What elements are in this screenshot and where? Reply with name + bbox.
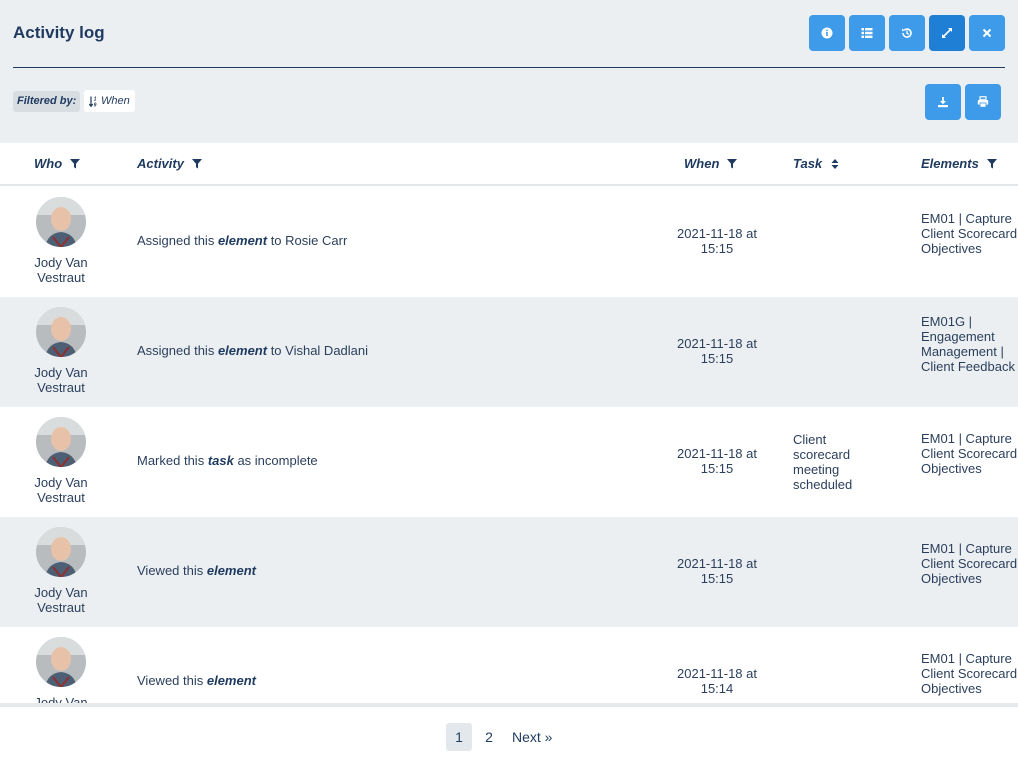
element-name: EM01 | Capture Client Scorecard Objectiv… xyxy=(921,431,1018,476)
activity-text: Assigned this element to Vishal Dadlani xyxy=(137,343,369,358)
who-name: Jody Van Vestraut xyxy=(34,475,88,505)
filter-icon[interactable] xyxy=(727,158,738,169)
column-label-when: When xyxy=(684,156,720,171)
activity-text: Viewed this element xyxy=(137,563,256,578)
filter-icon[interactable] xyxy=(986,158,997,169)
element-name: EM01 | Capture Client Scorecard Objectiv… xyxy=(921,651,1018,696)
page-title: Activity log xyxy=(13,23,105,42)
list-icon xyxy=(861,28,873,38)
column-label-activity: Activity xyxy=(137,156,184,171)
table-header: Who Activity When Task Elements xyxy=(0,143,1018,186)
avatar[interactable] xyxy=(36,307,86,357)
page-button-1[interactable]: 1 xyxy=(446,723,472,751)
sort-icon[interactable] xyxy=(830,158,840,169)
filter-icon[interactable] xyxy=(191,158,202,169)
close-icon xyxy=(982,28,992,38)
element-name: EM01 | Capture Client Scorecard Objectiv… xyxy=(921,541,1018,586)
history-icon xyxy=(902,28,912,38)
next-page-button[interactable]: Next » xyxy=(506,723,558,751)
page-button-2[interactable]: 2 xyxy=(476,723,502,751)
who-name: Jody Van Vestraut xyxy=(34,585,88,615)
info-button[interactable] xyxy=(809,15,845,51)
expand-button[interactable] xyxy=(929,15,965,51)
download-button[interactable] xyxy=(925,84,961,120)
column-header-who[interactable]: Who xyxy=(34,156,81,171)
when-timestamp: 2021-11-18 at 15:15 xyxy=(677,556,757,586)
table-row: Jody Van Vestraut Marked this task as in… xyxy=(0,407,1018,517)
column-header-activity[interactable]: Activity xyxy=(137,156,202,171)
who-name: Jody Van Vestraut xyxy=(34,695,88,703)
column-header-task[interactable]: Task xyxy=(793,156,840,171)
column-label-who: Who xyxy=(34,156,63,171)
column-header-elements[interactable]: Elements xyxy=(921,156,997,171)
activity-text: Assigned this element to Rosie Carr xyxy=(137,233,348,248)
print-button[interactable] xyxy=(965,84,1001,120)
info-icon xyxy=(821,27,833,39)
table-bottom-edge xyxy=(0,703,1018,707)
avatar[interactable] xyxy=(36,527,86,577)
expand-icon xyxy=(942,28,952,38)
avatar[interactable] xyxy=(36,637,86,687)
filter-chip-label: When xyxy=(101,95,130,107)
print-icon xyxy=(977,96,989,108)
when-timestamp: 2021-11-18 at 15:15 xyxy=(677,446,757,476)
filter-label: Filtered by: xyxy=(13,91,81,112)
activity-text: Marked this task as incomplete xyxy=(137,453,318,468)
when-timestamp: 2021-11-18 at 15:15 xyxy=(677,226,757,256)
when-timestamp: 2021-11-18 at 15:15 xyxy=(677,336,757,366)
element-name: EM01 | Capture Client Scorecard Objectiv… xyxy=(921,211,1018,256)
element-name: EM01G | Engagement Management | Client F… xyxy=(921,314,1015,374)
export-toolbar xyxy=(925,84,1001,120)
avatar[interactable] xyxy=(36,417,86,467)
close-button[interactable] xyxy=(969,15,1005,51)
history-button[interactable] xyxy=(889,15,925,51)
svg-text:9: 9 xyxy=(94,102,97,107)
column-label-task: Task xyxy=(793,156,823,171)
column-label-elements: Elements xyxy=(921,156,979,171)
table-row: Jody Van Vestraut Viewed this element 20… xyxy=(0,627,1018,703)
who-name: Jody Van Vestraut xyxy=(34,365,88,395)
sort-numeric-icon: 19 xyxy=(89,96,97,107)
filter-icon[interactable] xyxy=(70,158,81,169)
list-button[interactable] xyxy=(849,15,885,51)
activity-table: Jody Van Vestraut Assigned this element … xyxy=(0,187,1018,703)
avatar[interactable] xyxy=(36,197,86,247)
who-name: Jody Van Vestraut xyxy=(34,255,88,285)
table-row: Jody Van Vestraut Assigned this element … xyxy=(0,297,1018,407)
filter-chip-when[interactable]: 19 When xyxy=(84,90,135,112)
download-icon xyxy=(938,97,948,108)
task-name: Client scorecard meeting scheduled xyxy=(793,432,853,492)
when-timestamp: 2021-11-18 at 15:14 xyxy=(677,666,757,696)
table-row: Jody Van Vestraut Assigned this element … xyxy=(0,187,1018,297)
header-divider xyxy=(13,67,1005,68)
pagination: 1 2 Next » xyxy=(446,723,558,751)
column-header-when[interactable]: When xyxy=(684,156,738,171)
header-toolbar xyxy=(809,15,1005,51)
page-header: Activity log Filtered by: 19 When xyxy=(0,0,1018,143)
activity-text: Viewed this element xyxy=(137,673,256,688)
table-row: Jody Van Vestraut Viewed this element 20… xyxy=(0,517,1018,627)
